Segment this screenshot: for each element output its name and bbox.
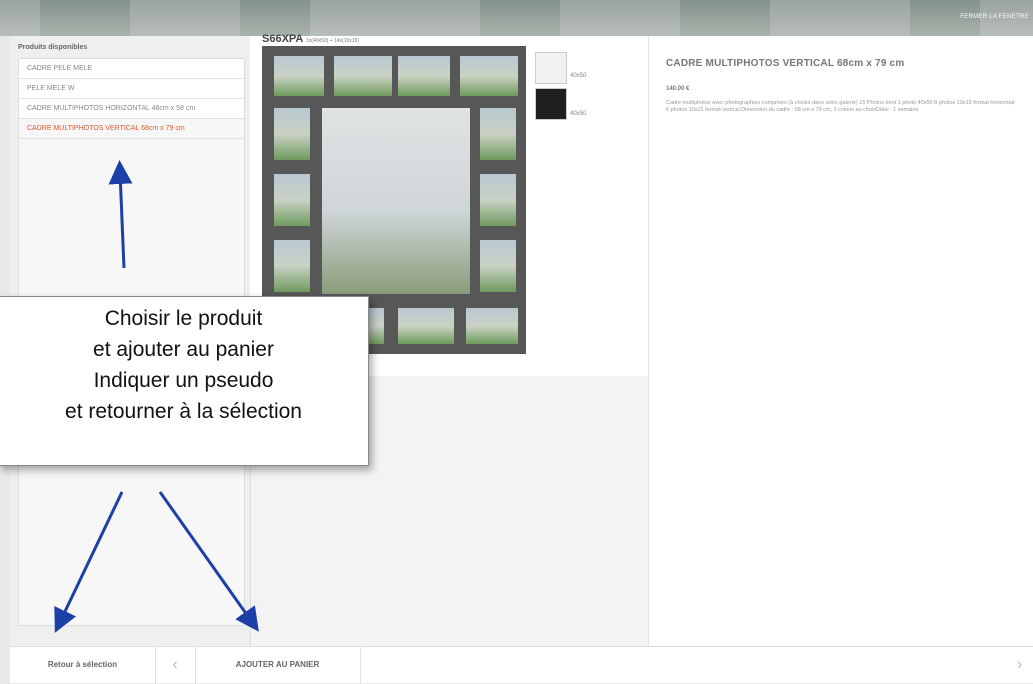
arrow-to-back-button xyxy=(54,491,124,633)
arrow-to-add-button xyxy=(158,491,259,632)
callout-line: Indiquer un pseudo xyxy=(93,369,274,392)
arrow-to-product xyxy=(108,160,133,269)
callout-line: et retourner à la sélection xyxy=(65,400,302,423)
callout-line: et ajouter au panier xyxy=(93,338,274,361)
annotation-callout: Choisir le produit et ajouter au panier … xyxy=(0,296,369,466)
callout-line: Choisir le produit xyxy=(104,307,263,330)
